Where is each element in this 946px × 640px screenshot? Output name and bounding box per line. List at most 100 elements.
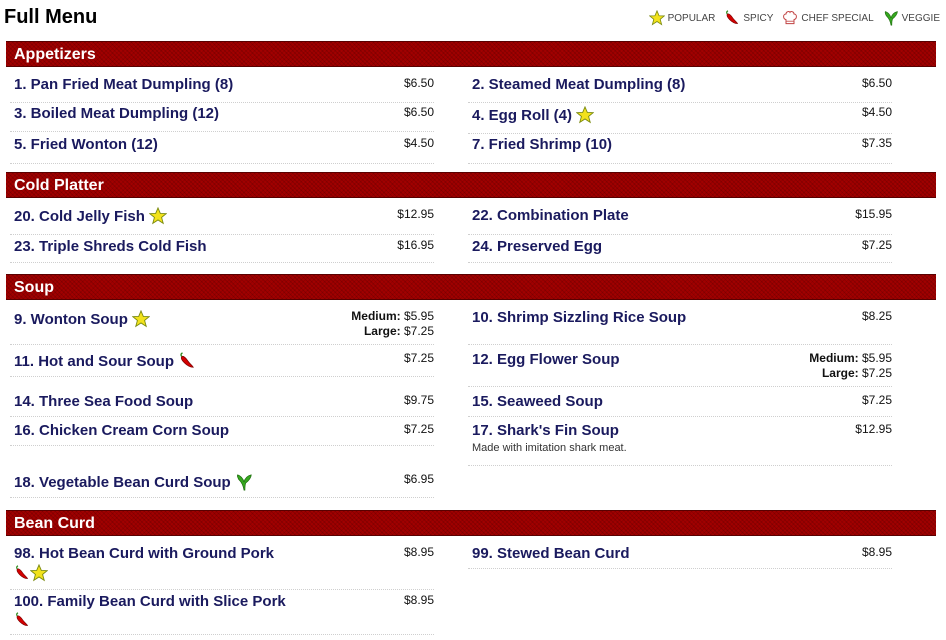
item-name: 20. Cold Jelly Fish <box>14 207 145 225</box>
item-name: 10. Shrimp Sizzling Rice Soup <box>472 309 687 326</box>
item-name: 16. Chicken Cream Corn Soup <box>14 422 230 439</box>
item-name: 7. Fried Shrimp (10) <box>472 136 613 153</box>
item-name: 12. Egg Flower Soup <box>472 351 620 368</box>
item-price: $12.95 <box>855 422 892 436</box>
item-price: $12.95 <box>397 207 434 221</box>
item-price: $4.50 <box>861 105 892 119</box>
item-price: $7.25 <box>861 238 892 252</box>
item-name: 23. Triple Shreds Cold Fish <box>14 238 207 255</box>
item-price-sizes: Medium: $5.95 Large: $7.25 <box>809 351 892 381</box>
legend-chef-special-label: CHEF SPECIAL <box>801 12 874 24</box>
medium-price: $5.95 <box>861 351 892 365</box>
menu-item[interactable]: 23. Triple Shreds Cold Fish $16.95 <box>10 238 434 263</box>
item-price: $6.95 <box>403 472 434 486</box>
legend-veggie: VEGGIE <box>883 10 940 26</box>
item-icons <box>14 612 30 628</box>
legend-chef-special: CHEF SPECIAL <box>782 10 874 26</box>
menu-item[interactable]: 20. Cold Jelly Fish $12.95 <box>10 207 434 235</box>
menu-header: Full Menu POPULAR SPICY CHEF SPECIAL VEG… <box>4 6 940 34</box>
large-price: $7.25 <box>861 366 892 380</box>
menu-item[interactable]: 9. Wonton Soup Medium: $5.95 Large: $7.2… <box>10 309 434 345</box>
section-header-cold-platter: Cold Platter <box>6 172 936 198</box>
item-name: 24. Preserved Egg <box>472 238 603 255</box>
item-price: $4.50 <box>403 136 434 150</box>
item-name: 14. Three Sea Food Soup <box>14 393 194 410</box>
section-title: Cold Platter <box>14 177 104 194</box>
menu-item[interactable]: 3. Boiled Meat Dumpling (12) $6.50 <box>10 105 434 132</box>
item-price: $8.25 <box>861 309 892 323</box>
menu-item[interactable]: 22. Combination Plate $15.95 <box>468 207 892 235</box>
legend-popular: POPULAR <box>649 10 716 26</box>
chili-pepper-icon <box>178 352 196 370</box>
section-header-soup: Soup <box>6 274 936 300</box>
menu-item[interactable]: 12. Egg Flower Soup Medium: $5.95 Large:… <box>468 351 892 387</box>
item-price: $7.35 <box>861 136 892 150</box>
item-note: Made with imitation shark meat. <box>472 442 627 454</box>
menu-item[interactable]: 2. Steamed Meat Dumpling (8) $6.50 <box>468 76 892 103</box>
item-price: $9.75 <box>403 393 434 407</box>
medium-label: Medium: <box>351 309 401 323</box>
item-name: 9. Wonton Soup <box>14 310 128 328</box>
item-name: 17. Shark's Fin Soup <box>472 422 619 439</box>
menu-item[interactable]: 17. Shark's Fin Soup $12.95 Made with im… <box>468 422 892 466</box>
item-name: 4. Egg Roll (4) <box>472 106 573 124</box>
item-price: $8.95 <box>403 593 434 607</box>
item-price: $6.50 <box>403 105 434 119</box>
item-price: $15.95 <box>855 207 892 221</box>
item-name-row: 18. Vegetable Bean Curd Soup <box>14 473 253 491</box>
item-name: 98. Hot Bean Curd with Ground Pork <box>14 545 275 562</box>
item-name: 100. Family Bean Curd with Slice Pork <box>14 593 286 610</box>
menu-item[interactable]: 100. Family Bean Curd with Slice Pork $8… <box>10 593 434 635</box>
section-title: Appetizers <box>14 46 96 63</box>
item-name: 3. Boiled Meat Dumpling (12) <box>14 105 220 122</box>
chef-hat-icon <box>782 10 798 26</box>
star-icon <box>649 10 665 26</box>
star-icon <box>149 207 167 225</box>
menu-item[interactable]: 1. Pan Fried Meat Dumpling (8) $6.50 <box>10 76 434 103</box>
menu-item[interactable]: 10. Shrimp Sizzling Rice Soup $8.25 <box>468 309 892 345</box>
item-price: $16.95 <box>397 238 434 252</box>
item-name-row: 20. Cold Jelly Fish <box>14 207 167 225</box>
menu-item[interactable]: 14. Three Sea Food Soup $9.75 <box>10 393 434 417</box>
item-price: $7.25 <box>403 422 434 436</box>
menu-item[interactable]: 16. Chicken Cream Corn Soup $7.25 <box>10 422 434 446</box>
item-name-row: 9. Wonton Soup <box>14 310 150 328</box>
medium-price: $5.95 <box>403 309 434 323</box>
menu-item[interactable]: 18. Vegetable Bean Curd Soup $6.95 <box>10 472 434 498</box>
item-price: $7.25 <box>861 393 892 407</box>
legend-spicy-label: SPICY <box>743 12 774 24</box>
menu-item[interactable]: 11. Hot and Sour Soup $7.25 <box>10 351 434 377</box>
section-title: Soup <box>14 279 54 296</box>
menu-item[interactable]: 5. Fried Wonton (12) $4.50 <box>10 136 434 164</box>
legend-spicy: SPICY <box>724 10 773 26</box>
item-price: $6.50 <box>861 76 892 90</box>
menu-item[interactable]: 7. Fried Shrimp (10) $7.35 <box>468 136 892 164</box>
legend-popular-label: POPULAR <box>667 12 716 24</box>
chili-pepper-icon <box>14 612 30 628</box>
item-price: $8.95 <box>861 545 892 559</box>
item-icons <box>14 564 48 582</box>
menu-item[interactable]: 99. Stewed Bean Curd $8.95 <box>468 545 892 569</box>
section-title: Bean Curd <box>14 515 95 532</box>
item-name: 18. Vegetable Bean Curd Soup <box>14 473 231 491</box>
icon-legend: POPULAR SPICY CHEF SPECIAL VEGGIE <box>640 10 940 26</box>
item-name: 99. Stewed Bean Curd <box>472 545 630 562</box>
item-name-row: 4. Egg Roll (4) <box>472 106 594 124</box>
leaf-icon <box>235 473 253 491</box>
menu-item[interactable]: 98. Hot Bean Curd with Ground Pork $8.95 <box>10 545 434 590</box>
star-icon <box>132 310 150 328</box>
item-name: 22. Combination Plate <box>472 207 629 224</box>
item-name: 5. Fried Wonton (12) <box>14 136 158 153</box>
section-header-appetizers: Appetizers <box>6 41 936 67</box>
star-icon <box>576 106 594 124</box>
medium-label: Medium: <box>809 351 859 365</box>
legend-veggie-label: VEGGIE <box>901 12 940 24</box>
star-icon <box>30 564 48 582</box>
section-header-bean-curd: Bean Curd <box>6 510 936 536</box>
menu-item[interactable]: 15. Seaweed Soup $7.25 <box>468 393 892 417</box>
menu-item[interactable]: 4. Egg Roll (4) $4.50 <box>468 105 892 134</box>
menu-item[interactable]: 24. Preserved Egg $7.25 <box>468 238 892 263</box>
item-price: $8.95 <box>403 545 434 559</box>
item-name: 1. Pan Fried Meat Dumpling (8) <box>14 76 234 93</box>
item-price-sizes: Medium: $5.95 Large: $7.25 <box>351 309 434 339</box>
